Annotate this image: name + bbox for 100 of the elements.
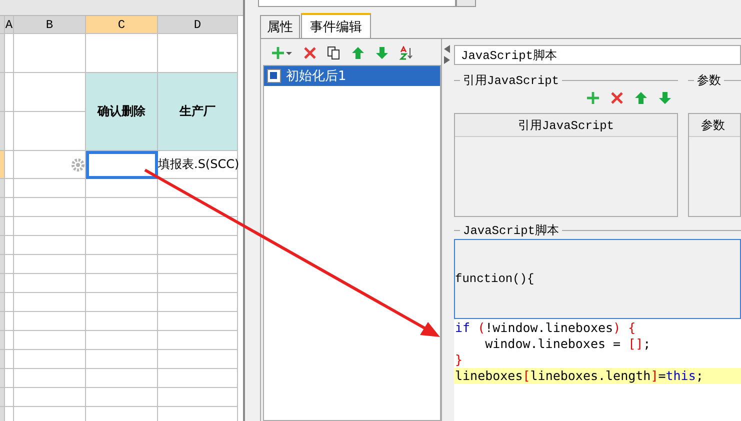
- row-header[interactable]: [0, 73, 5, 112]
- empty-cell[interactable]: [14, 255, 86, 274]
- empty-cell[interactable]: [5, 179, 14, 198]
- empty-cell[interactable]: [86, 217, 158, 236]
- empty-cell[interactable]: [14, 151, 86, 179]
- add-dropdown-icon[interactable]: [271, 46, 293, 60]
- empty-cell[interactable]: [158, 388, 238, 407]
- empty-cell[interactable]: [14, 388, 86, 407]
- empty-cell[interactable]: [158, 236, 238, 255]
- row-header[interactable]: [0, 293, 5, 312]
- gear-icon: [71, 158, 85, 172]
- row-header[interactable]: [0, 151, 5, 179]
- empty-cell[interactable]: [14, 350, 86, 369]
- empty-cell[interactable]: [86, 198, 158, 217]
- empty-cell[interactable]: [5, 331, 14, 350]
- empty-cell[interactable]: [158, 369, 238, 388]
- empty-cell[interactable]: [5, 198, 14, 217]
- delete-icon[interactable]: [610, 91, 624, 105]
- column-header[interactable]: B: [14, 16, 86, 34]
- empty-cell[interactable]: [14, 369, 86, 388]
- row-header[interactable]: [0, 350, 5, 369]
- dropdown-button[interactable]: [456, 0, 476, 7]
- tab[interactable]: 事件编辑: [301, 13, 371, 38]
- empty-cell[interactable]: [5, 73, 14, 112]
- row-header[interactable]: [0, 217, 5, 236]
- type-dropdown[interactable]: [258, 0, 456, 7]
- empty-cell[interactable]: [14, 293, 86, 312]
- empty-cell[interactable]: [5, 369, 14, 388]
- expand-right-icon[interactable]: [444, 56, 450, 64]
- empty-cell[interactable]: [86, 255, 158, 274]
- row-header[interactable]: [0, 388, 5, 407]
- code-editor[interactable]: if (!window.lineboxes) { window.lineboxes = []; } lineboxes[lineboxes.length]=this;: [454, 319, 741, 421]
- empty-cell[interactable]: [14, 312, 86, 331]
- row-header[interactable]: [0, 407, 5, 421]
- empty-cell[interactable]: [158, 331, 238, 350]
- tab[interactable]: 属性: [260, 15, 300, 38]
- empty-cell[interactable]: [86, 236, 158, 255]
- move-down-icon[interactable]: [375, 46, 389, 60]
- row-header[interactable]: [0, 369, 5, 388]
- empty-cell[interactable]: [14, 112, 86, 151]
- column-header[interactable]: 参数: [689, 114, 740, 137]
- empty-cell[interactable]: [158, 255, 238, 274]
- empty-cell[interactable]: [158, 293, 238, 312]
- collapse-left-icon[interactable]: [444, 45, 450, 53]
- empty-cell[interactable]: [14, 179, 86, 198]
- delete-icon[interactable]: [303, 46, 317, 60]
- row-header[interactable]: [0, 112, 5, 151]
- empty-cell[interactable]: [86, 293, 158, 312]
- column-header[interactable]: 引用JavaScript: [455, 114, 677, 137]
- row-header[interactable]: [0, 236, 5, 255]
- sort-icon[interactable]: [399, 46, 413, 60]
- empty-cell[interactable]: [14, 331, 86, 350]
- empty-cell[interactable]: [86, 350, 158, 369]
- empty-cell[interactable]: [158, 217, 238, 236]
- empty-cell[interactable]: [14, 236, 86, 255]
- empty-cell[interactable]: [158, 179, 238, 198]
- move-up-icon[interactable]: [634, 91, 648, 105]
- selected-cell[interactable]: [86, 151, 158, 179]
- empty-cell[interactable]: [5, 350, 14, 369]
- copy-icon[interactable]: [327, 46, 341, 60]
- empty-cell[interactable]: [5, 112, 14, 151]
- row-header[interactable]: [0, 34, 5, 73]
- empty-cell[interactable]: [86, 369, 158, 388]
- empty-cell[interactable]: [5, 236, 14, 255]
- empty-cell[interactable]: [5, 388, 14, 407]
- empty-cell[interactable]: [5, 293, 14, 312]
- empty-cell[interactable]: [14, 274, 86, 293]
- empty-cell[interactable]: [5, 151, 14, 179]
- row-header[interactable]: [0, 198, 5, 217]
- column-header[interactable]: C: [86, 16, 158, 34]
- empty-cell[interactable]: [86, 388, 158, 407]
- script-type-field[interactable]: JavaScript脚本: [454, 45, 741, 65]
- row-header[interactable]: [0, 255, 5, 274]
- row-header[interactable]: [0, 274, 5, 293]
- move-down-icon[interactable]: [658, 91, 672, 105]
- column-header[interactable]: A: [5, 16, 14, 34]
- event-item[interactable]: 初始化后1: [264, 66, 440, 86]
- row-header[interactable]: [0, 312, 5, 331]
- row-header[interactable]: [0, 331, 5, 350]
- empty-cell[interactable]: [158, 312, 238, 331]
- empty-cell[interactable]: [5, 312, 14, 331]
- column-header[interactable]: D: [158, 16, 238, 34]
- empty-cell[interactable]: [5, 255, 14, 274]
- add-icon[interactable]: [586, 91, 600, 105]
- code-line: }: [454, 352, 464, 368]
- empty-cell[interactable]: [86, 331, 158, 350]
- empty-cell[interactable]: [86, 312, 158, 331]
- empty-cell[interactable]: [158, 274, 238, 293]
- header-cell: 生产厂: [158, 73, 238, 151]
- empty-cell[interactable]: [14, 217, 86, 236]
- empty-cell[interactable]: [14, 198, 86, 217]
- empty-cell[interactable]: [158, 198, 238, 217]
- empty-cell[interactable]: [86, 179, 158, 198]
- empty-cell[interactable]: [158, 350, 238, 369]
- row-header[interactable]: [0, 179, 5, 198]
- empty-cell[interactable]: [5, 274, 14, 293]
- empty-cell[interactable]: [5, 217, 14, 236]
- move-up-icon[interactable]: [351, 46, 365, 60]
- empty-cell[interactable]: [86, 274, 158, 293]
- empty-cell[interactable]: [14, 34, 86, 73]
